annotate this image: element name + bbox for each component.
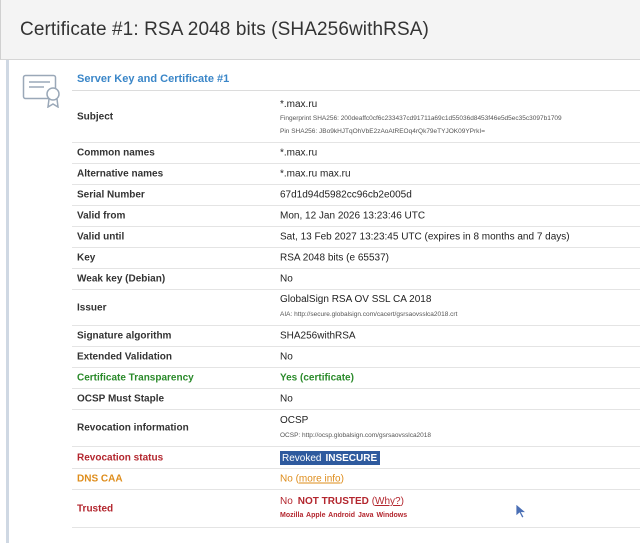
dns-caa-status: No <box>280 473 293 485</box>
revocation-method: OCSP <box>280 415 309 426</box>
more-info-link[interactable]: more info <box>299 474 341 485</box>
label-certificate-transparency: Certificate Transparency <box>77 372 194 384</box>
value-alternative-names: *.max.ru max.ru <box>280 168 351 180</box>
value-extended-validation: No <box>280 351 293 363</box>
section-title: Server Key and Certificate #1 <box>77 73 230 85</box>
label-weak-key: Weak key (Debian) <box>77 273 166 285</box>
trusted-status: No NOT TRUSTED (Why?) <box>280 496 635 507</box>
label-extended-validation: Extended Validation <box>77 351 173 363</box>
value-dns-caa: No (more info) <box>280 474 635 485</box>
row-trusted: Trusted No NOT TRUSTED (Why?) Mozilla App… <box>72 490 640 528</box>
label-dns-caa: DNS CAA <box>77 473 123 485</box>
row-subject: Subject *.max.ru Fingerprint SHA256: 200… <box>72 92 640 143</box>
row-certificate-transparency: Certificate Transparency Yes (certificat… <box>72 368 640 389</box>
value-serial-number: 67d1d94d5982cc96cb2e005d <box>280 189 412 201</box>
value-ocsp-must-staple: No <box>280 393 293 405</box>
label-ocsp-must-staple: OCSP Must Staple <box>77 393 165 405</box>
value-issuer: GlobalSign RSA OV SSL CA 2018 AIA: http:… <box>280 294 635 318</box>
value-signature-algorithm: SHA256withRSA <box>280 330 356 342</box>
value-revocation-status: Revoked INSECURE <box>280 450 635 465</box>
value-subject: *.max.ru Fingerprint SHA256: 200deaffc0c… <box>280 99 635 135</box>
row-valid-from: Valid from Mon, 12 Jan 2026 13:23:46 UTC <box>72 206 640 227</box>
issuer-name: GlobalSign RSA OV SSL CA 2018 <box>280 294 432 305</box>
value-common-names: *.max.ru <box>280 147 318 159</box>
store-apple: Apple <box>306 512 326 519</box>
revoked-text: Revoked <box>282 452 322 464</box>
not-trusted-text: NOT TRUSTED <box>297 496 369 507</box>
row-dns-caa: DNS CAA No (more info) <box>72 469 640 490</box>
row-signature-algorithm: Signature algorithm SHA256withRSA <box>72 326 640 347</box>
row-key: Key RSA 2048 bits (e 65537) <box>72 248 640 269</box>
label-valid-until: Valid until <box>77 231 125 243</box>
page-title: Certificate #1: RSA 2048 bits (SHA256wit… <box>20 19 429 40</box>
subject-name: *.max.ru <box>280 99 318 110</box>
trusted-no: No <box>280 496 293 507</box>
row-revocation-information: Revocation information OCSP OCSP: http:/… <box>72 410 640 447</box>
label-revocation-status: Revocation status <box>77 452 164 463</box>
label-revocation-information: Revocation information <box>77 422 189 434</box>
row-valid-until: Valid until Sat, 13 Feb 2027 13:23:45 UT… <box>72 227 640 248</box>
store-android: Android <box>328 512 355 519</box>
row-ocsp-must-staple: OCSP Must Staple No <box>72 389 640 410</box>
row-issuer: Issuer GlobalSign RSA OV SSL CA 2018 AIA… <box>72 290 640 326</box>
why-link[interactable]: Why? <box>375 496 401 507</box>
label-trusted: Trusted <box>77 503 114 514</box>
value-weak-key: No <box>280 273 293 285</box>
row-weak-key: Weak key (Debian) No <box>72 269 640 290</box>
subject-fingerprint: Fingerprint SHA256: 200deaffc0cf6c233437… <box>280 115 562 122</box>
label-issuer: Issuer <box>77 302 107 313</box>
store-windows: Windows <box>376 512 408 519</box>
row-alternative-names: Alternative names *.max.ru max.ru <box>72 164 640 185</box>
why-paren-close: ) <box>400 496 404 507</box>
revoked-badge: Revoked INSECURE <box>280 450 381 465</box>
label-valid-from: Valid from <box>77 210 126 222</box>
row-common-names: Common names *.max.ru <box>72 143 640 164</box>
label-subject: Subject <box>77 111 114 123</box>
value-revocation-information: OCSP OCSP: http://ocsp.globalsign.com/gs… <box>280 415 635 439</box>
value-valid-until: Sat, 13 Feb 2027 13:23:45 UTC (expires i… <box>280 231 570 243</box>
value-trusted: No NOT TRUSTED (Why?) Mozilla Apple Andro… <box>280 496 635 519</box>
trust-store-list: Mozilla Apple Android Java Windows <box>280 512 635 519</box>
section-divider <box>72 90 640 91</box>
dns-caa-paren-close: ) <box>340 473 344 485</box>
mouse-cursor-icon <box>515 503 528 519</box>
issuer-aia: AIA: http://secure.globalsign.com/cacert… <box>280 311 458 318</box>
store-java: Java <box>357 512 374 519</box>
revocation-ocsp-url: OCSP: http://ocsp.globalsign.com/gsrsaov… <box>280 432 432 439</box>
ssl-report-page: Certificate #1: RSA 2048 bits (SHA256wit… <box>0 0 640 543</box>
label-serial-number: Serial Number <box>77 189 145 201</box>
title-bar: Certificate #1: RSA 2048 bits (SHA256wit… <box>0 0 640 60</box>
label-signature-algorithm: Signature algorithm <box>77 330 172 342</box>
row-revocation-status: Revocation status Revoked INSECURE <box>72 447 640 469</box>
value-key: RSA 2048 bits (e 65537) <box>280 252 389 264</box>
insecure-text: INSECURE <box>325 452 378 464</box>
value-certificate-transparency: Yes (certificate) <box>280 372 354 384</box>
subject-pin: Pin SHA256: JBo9kHJTqOhVbE2zAoAtREOq4rQk… <box>280 128 486 135</box>
label-alternative-names: Alternative names <box>77 168 164 180</box>
label-key: Key <box>77 252 96 264</box>
row-extended-validation: Extended Validation No <box>72 347 640 368</box>
row-serial-number: Serial Number 67d1d94d5982cc96cb2e005d <box>72 185 640 206</box>
certificate-icon <box>22 74 60 108</box>
label-common-names: Common names <box>77 147 155 159</box>
store-mozilla: Mozilla <box>280 512 304 519</box>
section-left-border <box>6 60 9 543</box>
value-valid-from: Mon, 12 Jan 2026 13:23:46 UTC <box>280 210 426 222</box>
certificate-details-table: Subject *.max.ru Fingerprint SHA256: 200… <box>72 92 640 528</box>
